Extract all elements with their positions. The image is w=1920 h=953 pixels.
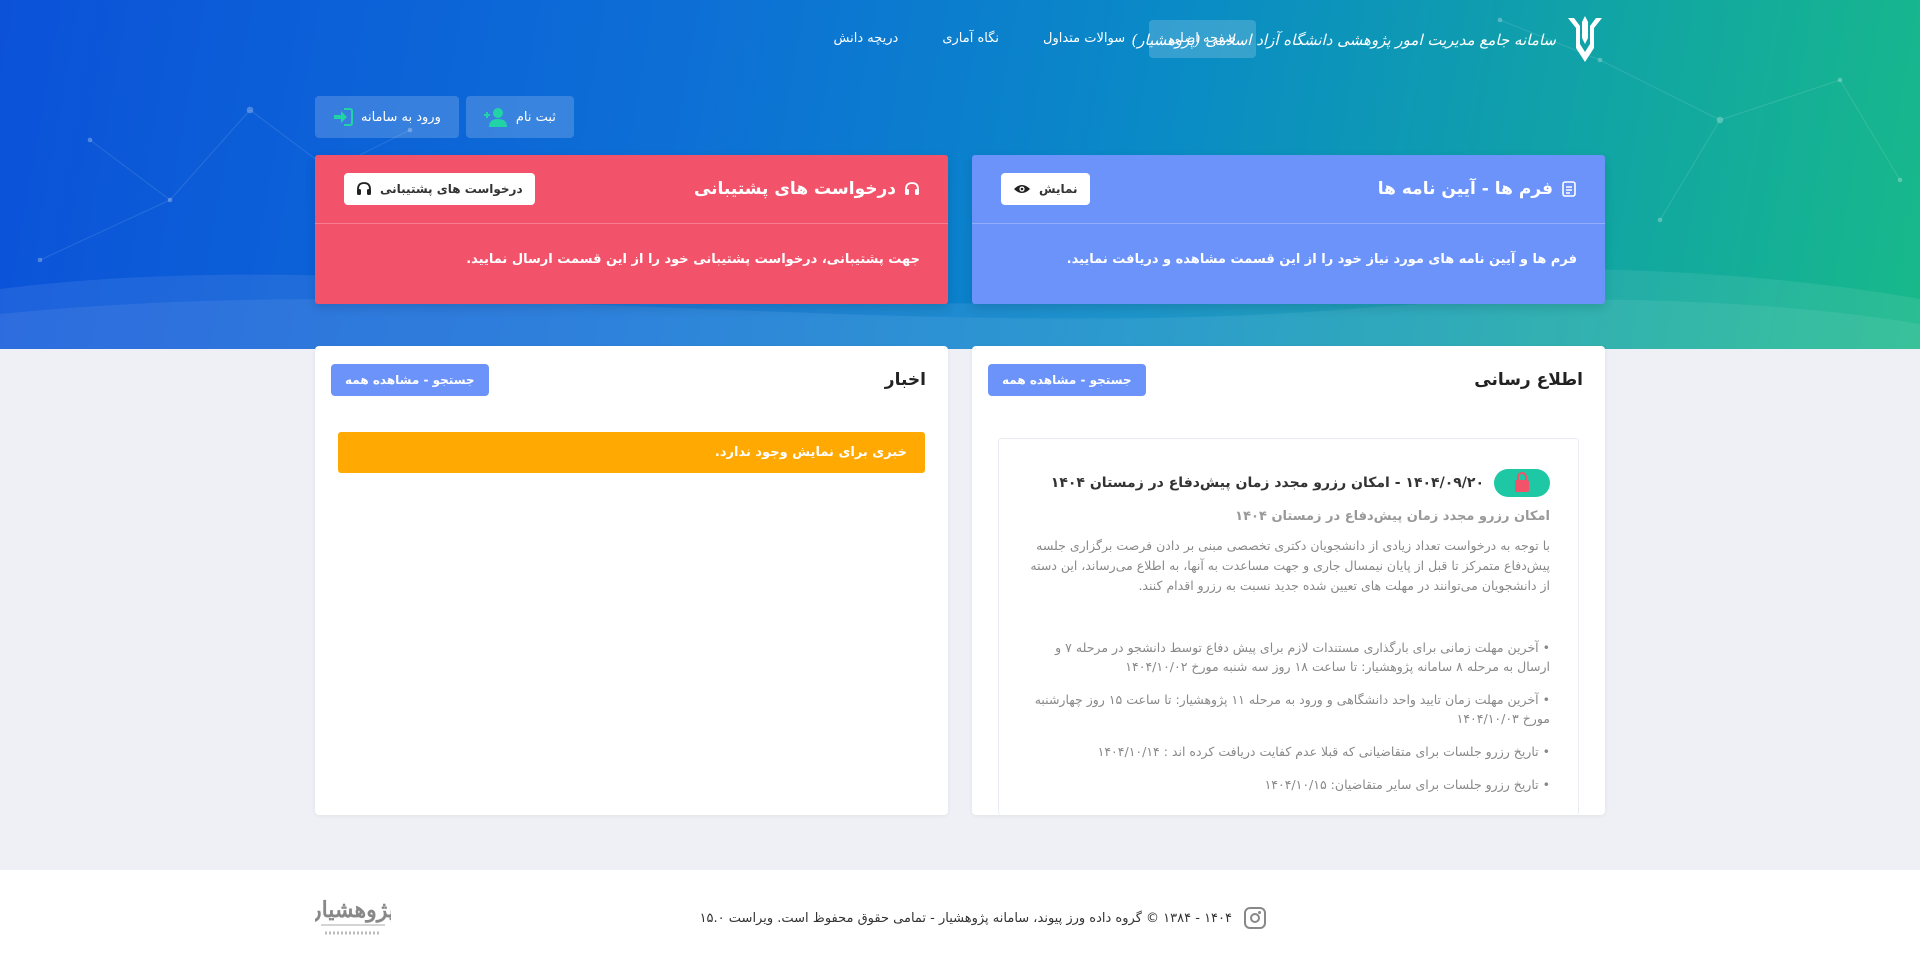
announcements-view-all-button[interactable]: جستجو - مشاهده همه: [988, 364, 1146, 396]
main-nav: صفحه اصلی سوالات متداول نگاه آماری دریچه…: [814, 20, 1256, 58]
nav-item-statistics[interactable]: نگاه آماری: [922, 20, 1019, 58]
copyright-text: ۱۴۰۴ - ۱۳۸۴ © گروه داده ورز پیوند، سامان…: [699, 910, 1232, 926]
user-plus-icon: [483, 108, 507, 127]
sign-in-icon: [334, 108, 353, 126]
eye-icon: [1014, 185, 1030, 193]
news-view-all-button[interactable]: جستجو - مشاهده همه: [331, 364, 489, 396]
lock-badge: [1494, 469, 1550, 497]
footer: ۱۴۰۴ - ۱۳۸۴ © گروه داده ورز پیوند، سامان…: [0, 870, 1920, 953]
list-item: تاریخ رزرو جلسات برای سایر متقاضیان: ۱۴۰…: [1027, 775, 1550, 794]
lock-icon: [1515, 471, 1529, 492]
announcement-text: با توجه به درخواست تعداد زیادی از دانشجو…: [1030, 538, 1550, 593]
list-item: آخرین مهلت زمانی برای بارگذاری مستندات ل…: [1027, 638, 1550, 676]
forms-card-body: فرم ها و آیین نامه های مورد نیاز خود را …: [1066, 252, 1577, 267]
svg-text:پژوهشیار: پژوهشیار: [315, 897, 391, 924]
announcement-item: ۱۴۰۴/۰۹/۲۰ - امکان رزرو مجدد زمان پیش‌دف…: [998, 438, 1579, 815]
nav-item-faq[interactable]: سوالات متداول: [1023, 20, 1145, 58]
headset-icon: [357, 182, 371, 195]
footer-info: ۱۴۰۴ - ۱۳۸۴ © گروه داده ورز پیوند، سامان…: [700, 907, 1266, 929]
support-card-body: جهت پشتیبانی، درخواست پشتیبانی خود را از…: [466, 252, 920, 267]
file-icon: [1562, 181, 1576, 197]
headset-icon: [905, 182, 919, 195]
nav-item-home[interactable]: صفحه اصلی: [1149, 20, 1256, 58]
announcement-subtitle: امکان رزرو مجدد زمان پیش‌دفاع در زمستان …: [1235, 509, 1550, 524]
forms-card-title-text: فرم ها - آیین نامه ها: [1377, 179, 1553, 199]
list-item: تاریخ رزرو جلسات برای متقاضیانی که قبلا …: [1027, 742, 1550, 761]
register-label: ثبت نام: [515, 109, 556, 125]
login-button[interactable]: ورود به سامانه: [315, 96, 459, 138]
support-card: درخواست های پشتیبانی درخواست های پشتیبان…: [315, 155, 948, 304]
support-card-title-text: درخواست های پشتیبانی: [693, 179, 896, 199]
forms-show-button[interactable]: نمایش: [1001, 173, 1090, 205]
university-logo-icon: [1568, 16, 1602, 62]
nav-item-knowledge[interactable]: دریچه دانش: [814, 20, 919, 58]
news-title: اخبار: [884, 370, 926, 390]
login-label: ورود به سامانه: [361, 109, 441, 125]
pajoheshyar-logo: پژوهشیار: [315, 897, 391, 935]
instagram-icon[interactable]: [1244, 907, 1266, 929]
register-button[interactable]: ثبت نام: [465, 96, 574, 138]
auth-buttons: ورود به سامانه ثبت نام: [315, 96, 574, 138]
news-empty-alert: خبری برای نمایش وجود ندارد.: [338, 432, 925, 473]
announcements-title: اطلاع رسانی: [1474, 370, 1583, 390]
support-requests-button[interactable]: درخواست های پشتیبانی: [344, 173, 535, 205]
announcement-title[interactable]: ۱۴۰۴/۰۹/۲۰ - امکان رزرو مجدد زمان پیش‌دف…: [1051, 475, 1484, 491]
support-card-title: درخواست های پشتیبانی: [694, 179, 920, 199]
news-panel: اخبار جستجو - مشاهده همه خبری برای نمایش…: [315, 346, 948, 815]
support-requests-label: درخواست های پشتیبانی: [380, 182, 523, 196]
forms-show-label: نمایش: [1039, 182, 1078, 196]
hero-wave: [0, 268, 1920, 349]
forms-card: فرم ها - آیین نامه ها نمایش فرم ها و آیی…: [972, 155, 1605, 304]
announcements-panel: اطلاع رسانی جستجو - مشاهده همه ۱۴۰۴/۰۹/۲…: [972, 346, 1605, 815]
announcement-bullets: آخرین مهلت زمانی برای بارگذاری مستندات ل…: [1027, 638, 1550, 794]
list-item: آخرین مهلت زمان تایید واحد دانشگاهی و ور…: [1027, 690, 1550, 728]
forms-card-title: فرم ها - آیین نامه ها: [1378, 179, 1577, 199]
